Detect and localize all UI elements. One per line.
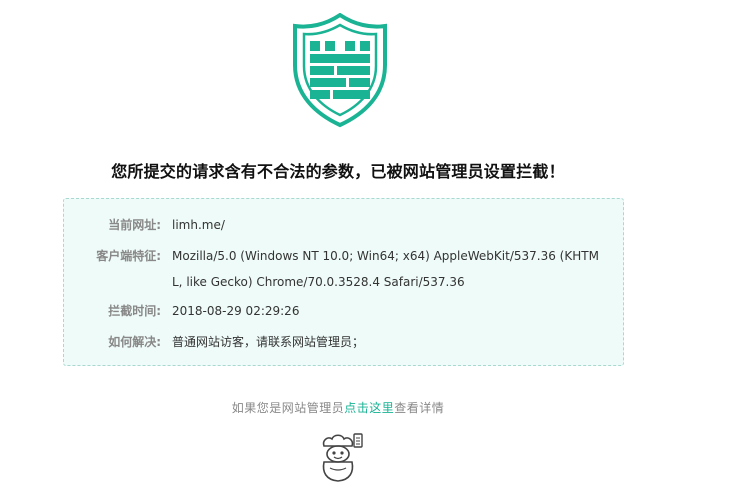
solution-value: 普通网站访客，请联系网站管理员； <box>172 335 365 349</box>
solution-label: 如何解决: <box>108 335 161 349</box>
admin-hint-prefix: 如果您是网站管理员 <box>231 401 345 415</box>
request-info-box: 当前网址: limh.me/ 客户端特征: Mozilla/5.0 (Windo… <box>63 198 624 366</box>
url-label: 当前网址: <box>108 218 161 232</box>
admin-details-link[interactable]: 点击这里 <box>344 401 394 415</box>
block-time-label: 拦截时间: <box>108 304 161 318</box>
shield-wall-icon <box>293 13 387 128</box>
block-time-value: 2018-08-29 02:29:26 <box>172 304 300 318</box>
user-agent-value: Mozilla/5.0 (Windows NT 10.0; Win64; x64… <box>172 249 599 289</box>
user-agent-label: 客户端特征: <box>96 249 161 263</box>
block-page: 您所提交的请求含有不合法的参数，已被网站管理员设置拦截！ 当前网址: limh.… <box>0 0 739 489</box>
block-headline: 您所提交的请求含有不合法的参数，已被网站管理员设置拦截！ <box>111 162 565 181</box>
admin-hint: 如果您是网站管理员点击这里查看详情 <box>0 399 676 416</box>
url-value: limh.me/ <box>172 218 225 232</box>
mascot-logo-icon <box>322 433 363 482</box>
admin-hint-suffix: 查看详情 <box>394 401 445 415</box>
